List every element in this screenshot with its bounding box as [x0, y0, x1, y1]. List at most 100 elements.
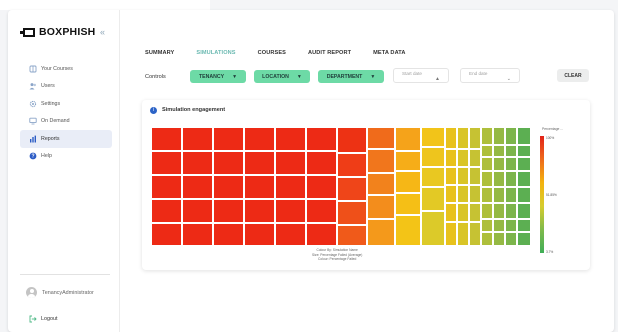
treemap-cell[interactable] [367, 195, 395, 219]
treemap-cell[interactable] [481, 203, 493, 219]
treemap-cell[interactable] [469, 185, 481, 203]
treemap-cell[interactable] [517, 203, 531, 219]
treemap-cell[interactable] [505, 127, 517, 145]
treemap-cell[interactable] [244, 151, 275, 175]
treemap-cell[interactable] [275, 223, 306, 246]
treemap-cell[interactable] [505, 157, 517, 171]
treemap-cell[interactable] [445, 167, 457, 185]
treemap-cell[interactable] [421, 211, 445, 246]
treemap-cell[interactable] [517, 187, 531, 203]
tab-summary[interactable]: SUMMARY [145, 50, 174, 56]
treemap-cell[interactable] [182, 223, 213, 246]
treemap-cell[interactable] [445, 149, 457, 167]
location-filter[interactable]: LOCATION ▼ [254, 70, 310, 83]
department-filter[interactable]: DEPARTMENT ▼ [318, 70, 384, 83]
treemap-cell[interactable] [445, 127, 457, 149]
tab-audit-report[interactable]: AUDIT REPORT [308, 50, 351, 56]
treemap-cell[interactable] [481, 127, 493, 145]
treemap-cell[interactable] [457, 203, 469, 222]
treemap-cell[interactable] [481, 219, 493, 232]
sidebar-item-reports[interactable]: Reports [20, 130, 112, 148]
treemap-cell[interactable] [457, 149, 469, 167]
treemap-cell[interactable] [306, 175, 337, 199]
treemap-cell[interactable] [337, 153, 367, 177]
treemap-cell[interactable] [213, 175, 244, 199]
treemap-cell[interactable] [213, 199, 244, 223]
treemap-cell[interactable] [337, 177, 367, 201]
treemap-cell[interactable] [395, 215, 421, 246]
sidebar-item-settings[interactable]: Settings [20, 95, 112, 113]
treemap-cell[interactable] [395, 151, 421, 171]
treemap-cell[interactable] [469, 167, 481, 185]
collapse-sidebar-icon[interactable]: « [100, 27, 105, 37]
sidebar-item-your-courses[interactable]: Your Courses [20, 60, 112, 78]
treemap-cell[interactable] [182, 175, 213, 199]
treemap-cell[interactable] [244, 223, 275, 246]
treemap-cell[interactable] [493, 171, 505, 187]
treemap-cell[interactable] [151, 199, 182, 223]
treemap-cell[interactable] [421, 147, 445, 167]
sidebar-item-help[interactable]: ? Help [20, 148, 112, 166]
treemap-cell[interactable] [457, 127, 469, 149]
treemap-cell[interactable] [275, 151, 306, 175]
clear-button[interactable]: CLEAR [557, 69, 589, 82]
treemap-cell[interactable] [306, 223, 337, 246]
sidebar-item-users[interactable]: Users [20, 78, 112, 96]
sidebar-item-on-demand[interactable]: On Demand [20, 113, 112, 131]
tab-simulations[interactable]: SIMULATIONS [196, 50, 235, 56]
treemap-cell[interactable] [244, 199, 275, 223]
treemap-cell[interactable] [469, 222, 481, 246]
treemap-cell[interactable] [481, 145, 493, 157]
treemap-cell[interactable] [182, 151, 213, 175]
tab-meta-data[interactable]: META DATA [373, 50, 405, 56]
treemap-cell[interactable] [421, 187, 445, 211]
treemap-cell[interactable] [182, 199, 213, 223]
treemap-cell[interactable] [395, 193, 421, 215]
treemap-cell[interactable] [337, 127, 367, 153]
treemap-cell[interactable] [182, 127, 213, 151]
treemap-cell[interactable] [275, 199, 306, 223]
logout-button[interactable]: Logout [28, 314, 58, 323]
treemap-cell[interactable] [481, 157, 493, 171]
treemap-cell[interactable] [306, 199, 337, 223]
treemap-cell[interactable] [517, 219, 531, 232]
treemap-cell[interactable] [395, 171, 421, 193]
treemap-cell[interactable] [367, 149, 395, 173]
treemap-cell[interactable] [457, 185, 469, 203]
treemap-cell[interactable] [337, 225, 367, 246]
treemap-cell[interactable] [306, 127, 337, 151]
treemap-cell[interactable] [517, 145, 531, 157]
treemap-cell[interactable] [493, 203, 505, 219]
treemap-cell[interactable] [481, 171, 493, 187]
treemap-cell[interactable] [421, 167, 445, 187]
treemap-cell[interactable] [493, 232, 505, 246]
treemap-cell[interactable] [445, 222, 457, 246]
treemap-cell[interactable] [505, 232, 517, 246]
treemap-cell[interactable] [517, 171, 531, 187]
treemap-cell[interactable] [481, 232, 493, 246]
treemap-cell[interactable] [306, 151, 337, 175]
treemap-cell[interactable] [213, 223, 244, 246]
tab-courses[interactable]: COURSES [258, 50, 286, 56]
treemap-cell[interactable] [213, 151, 244, 175]
treemap-cell[interactable] [457, 222, 469, 246]
end-date-input[interactable]: End date ⌄ [460, 68, 520, 83]
treemap-cell[interactable] [367, 173, 395, 195]
treemap-cell[interactable] [493, 219, 505, 232]
treemap-cell[interactable] [457, 167, 469, 185]
treemap-cell[interactable] [367, 127, 395, 149]
treemap-cell[interactable] [505, 171, 517, 187]
treemap-cell[interactable] [505, 203, 517, 219]
treemap-cell[interactable] [275, 127, 306, 151]
treemap-cell[interactable] [337, 201, 367, 225]
treemap-cell[interactable] [151, 127, 182, 151]
treemap-cell[interactable] [445, 203, 457, 222]
treemap-cell[interactable] [421, 127, 445, 147]
treemap-cell[interactable] [505, 187, 517, 203]
treemap-cell[interactable] [493, 157, 505, 171]
treemap-cell[interactable] [517, 157, 531, 171]
treemap-cell[interactable] [481, 187, 493, 203]
treemap-cell[interactable] [493, 127, 505, 145]
treemap-cell[interactable] [493, 187, 505, 203]
treemap-cell[interactable] [275, 175, 306, 199]
